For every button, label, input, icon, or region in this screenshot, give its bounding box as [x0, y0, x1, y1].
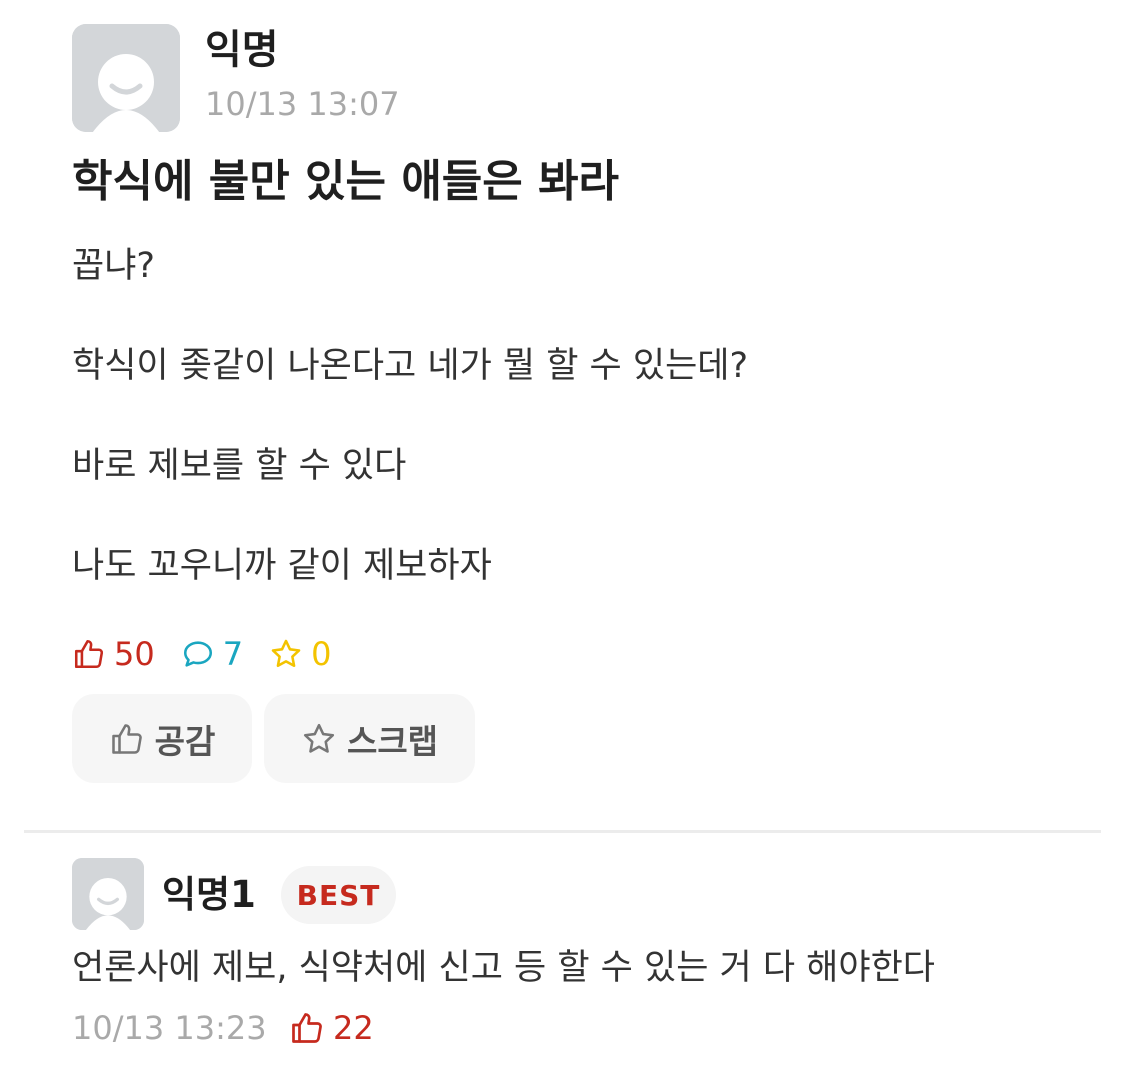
post-body-line: 바로 제보를 할 수 있다 — [72, 446, 407, 486]
post-body-line: 꼽냐? — [72, 246, 155, 286]
thumbs-up-icon — [111, 723, 142, 754]
comment-like-count[interactable]: 22 — [289, 1006, 374, 1050]
post-stats: 50 7 0 — [72, 632, 357, 676]
like-count: 50 — [72, 635, 155, 673]
best-badge: BEST — [281, 866, 396, 924]
thumbs-up-icon — [292, 1013, 322, 1043]
comment-count-value: 7 — [222, 635, 244, 673]
anonymous-avatar-icon — [72, 24, 180, 132]
post-author-avatar — [72, 24, 180, 132]
anonymous-avatar-icon — [72, 858, 144, 930]
star-icon — [271, 639, 301, 668]
speech-bubble-icon — [183, 641, 212, 667]
scrap-count-value: 0 — [311, 635, 332, 673]
section-divider — [24, 830, 1101, 833]
scrap-count: 0 — [269, 635, 331, 673]
scrap-button-label: 스크랩 — [346, 721, 439, 761]
comment-text: 언론사에 제보, 식약처에 신고 등 할 수 있는 거 다 해야한다 — [72, 948, 935, 988]
post-body-line: 학식이 좆같이 나온다고 네가 뭘 할 수 있는데? — [72, 346, 749, 386]
comment-count: 7 — [181, 635, 243, 673]
scrap-button[interactable]: 스크랩 — [264, 694, 475, 783]
like-count-value: 50 — [114, 635, 155, 673]
post-title: 학식에 불만 있는 애들은 봐라 — [72, 156, 620, 207]
like-button-label: 공감 — [154, 721, 216, 761]
post-body-line: 나도 꼬우니까 같이 제보하자 — [72, 546, 492, 586]
like-button[interactable]: 공감 — [72, 694, 252, 783]
comment-author-avatar — [72, 858, 144, 930]
comment-datetime: 10/13 13:23 — [72, 1009, 267, 1047]
star-icon — [303, 723, 335, 753]
comment-like-value: 22 — [333, 1009, 374, 1047]
post-datetime: 10/13 13:07 — [205, 85, 400, 123]
post-author-name: 익명 — [205, 27, 279, 73]
comment-author-name: 익명1 — [162, 873, 256, 916]
thumbs-up-icon — [74, 639, 104, 669]
